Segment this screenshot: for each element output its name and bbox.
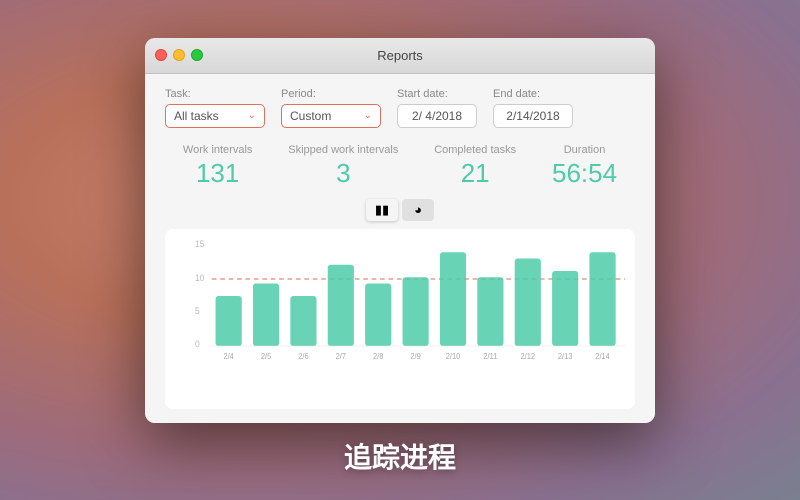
period-dropdown[interactable]: Custom ⌄ bbox=[281, 104, 381, 128]
close-button[interactable] bbox=[155, 49, 167, 61]
end-date-label: End date: bbox=[493, 88, 573, 100]
completed-stat: Completed tasks 21 bbox=[434, 144, 516, 189]
svg-text:2/7: 2/7 bbox=[336, 351, 346, 360]
period-label: Period: bbox=[281, 88, 381, 100]
work-intervals-stat: Work intervals 131 bbox=[183, 144, 252, 189]
minimize-button[interactable] bbox=[173, 49, 185, 61]
stats-row: Work intervals 131 Skipped work interval… bbox=[165, 144, 635, 189]
svg-text:2/8: 2/8 bbox=[373, 351, 383, 360]
pie-chart-toggle[interactable]: ◕ bbox=[402, 199, 434, 221]
start-date-input[interactable] bbox=[397, 104, 477, 128]
svg-text:2/12: 2/12 bbox=[521, 351, 536, 360]
task-chevron-icon: ⌄ bbox=[248, 110, 256, 121]
period-value: Custom bbox=[290, 109, 331, 123]
svg-text:2/4: 2/4 bbox=[223, 351, 234, 360]
svg-text:2/5: 2/5 bbox=[261, 351, 271, 360]
end-date-group: End date: bbox=[493, 88, 573, 128]
svg-text:2/6: 2/6 bbox=[298, 351, 308, 360]
task-value: All tasks bbox=[174, 109, 219, 123]
main-content: Task: All tasks ⌄ Period: Custom ⌄ Start… bbox=[145, 74, 655, 423]
end-date-input[interactable] bbox=[493, 104, 573, 128]
bar-chart-icon: ▮▮ bbox=[375, 202, 389, 218]
titlebar: Reports bbox=[145, 38, 655, 74]
start-date-group: Start date: bbox=[397, 88, 477, 128]
svg-text:2/11: 2/11 bbox=[483, 351, 497, 360]
work-intervals-value: 131 bbox=[196, 158, 239, 189]
window-title: Reports bbox=[377, 48, 423, 63]
fullscreen-button[interactable] bbox=[191, 49, 203, 61]
pie-chart-icon: ◕ bbox=[414, 202, 422, 217]
duration-label: Duration bbox=[564, 144, 606, 156]
svg-text:10: 10 bbox=[195, 272, 205, 282]
svg-text:5: 5 bbox=[195, 305, 200, 315]
chart-area: 15 10 5 0 2/4 2/5 2/6 bbox=[165, 229, 635, 409]
svg-text:2/10: 2/10 bbox=[446, 351, 461, 360]
task-group: Task: All tasks ⌄ bbox=[165, 88, 265, 128]
task-label: Task: bbox=[165, 88, 265, 100]
skipped-value: 3 bbox=[336, 158, 350, 189]
svg-text:2/9: 2/9 bbox=[410, 351, 420, 360]
svg-text:0: 0 bbox=[195, 338, 200, 348]
duration-stat: Duration 56:54 bbox=[552, 144, 617, 189]
bar-chart-svg: 15 10 5 0 2/4 2/5 2/6 bbox=[195, 239, 625, 379]
bar-chart-toggle[interactable]: ▮▮ bbox=[366, 199, 398, 221]
subtitle: 追踪进程 bbox=[0, 436, 800, 476]
task-dropdown[interactable]: All tasks ⌄ bbox=[165, 104, 265, 128]
svg-text:2/13: 2/13 bbox=[558, 351, 573, 360]
duration-value: 56:54 bbox=[552, 158, 617, 189]
skipped-label: Skipped work intervals bbox=[288, 144, 398, 156]
traffic-lights bbox=[155, 49, 203, 61]
chart-toggle: ▮▮ ◕ bbox=[165, 199, 635, 221]
app-window: Reports Task: All tasks ⌄ Period: Custom… bbox=[145, 38, 655, 423]
completed-value: 21 bbox=[461, 158, 490, 189]
controls-row: Task: All tasks ⌄ Period: Custom ⌄ Start… bbox=[165, 88, 635, 128]
period-group: Period: Custom ⌄ bbox=[281, 88, 381, 128]
work-intervals-label: Work intervals bbox=[183, 144, 252, 156]
svg-text:15: 15 bbox=[195, 239, 205, 249]
start-date-label: Start date: bbox=[397, 88, 477, 100]
skipped-stat: Skipped work intervals 3 bbox=[288, 144, 398, 189]
svg-text:2/14: 2/14 bbox=[595, 351, 610, 360]
completed-label: Completed tasks bbox=[434, 144, 516, 156]
period-chevron-icon: ⌄ bbox=[364, 110, 372, 121]
